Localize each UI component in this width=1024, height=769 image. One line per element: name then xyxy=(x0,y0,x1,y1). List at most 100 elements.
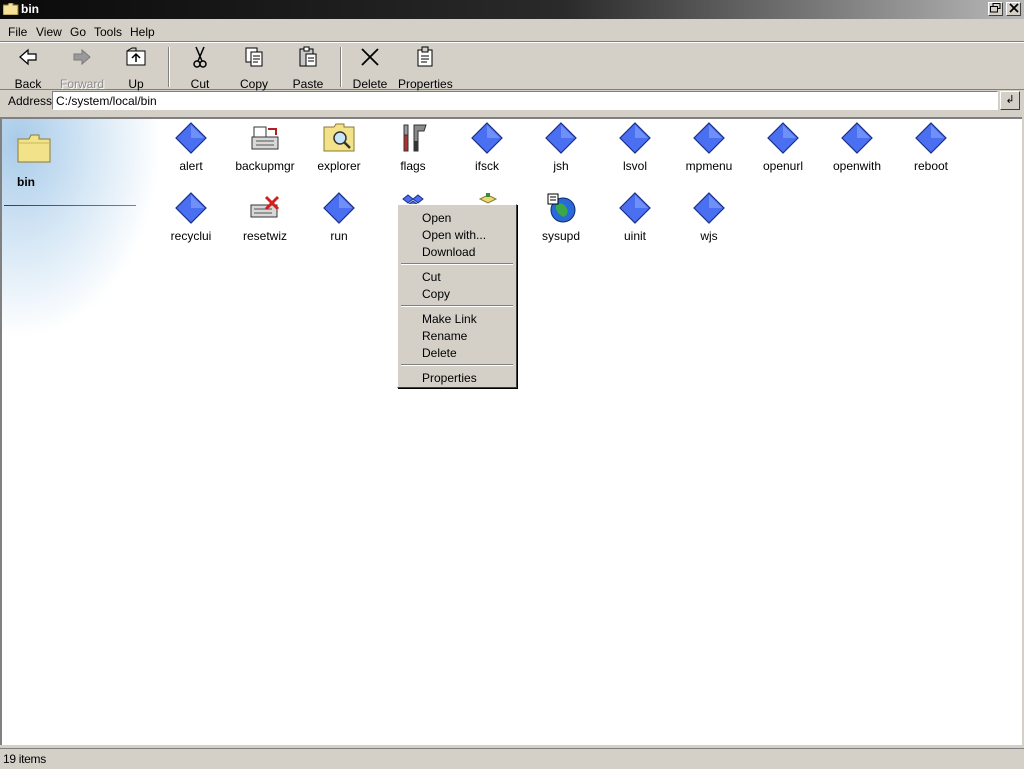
file-name: openwith xyxy=(832,159,882,173)
explorer-icon xyxy=(323,123,355,152)
title-bar: bin xyxy=(0,0,1024,19)
side-panel-title: bin xyxy=(17,175,35,189)
file-item[interactable]: recyclui xyxy=(154,191,228,243)
ctx-open[interactable]: Open xyxy=(422,211,451,225)
window-title: bin xyxy=(21,2,39,16)
file-name: backupmgr xyxy=(235,159,295,173)
scissors-icon xyxy=(193,46,207,68)
ctx-cut[interactable]: Cut xyxy=(422,270,441,284)
diamond-icon xyxy=(545,122,577,154)
copy-button[interactable]: Copy xyxy=(232,45,276,91)
menu-file[interactable]: File xyxy=(8,25,27,39)
address-go-button[interactable]: ↲ xyxy=(1000,91,1020,110)
toolbar-separator xyxy=(340,47,342,87)
restore-button[interactable] xyxy=(988,2,1003,16)
file-name: alert xyxy=(179,159,203,173)
status-bar: 19 items xyxy=(0,748,1024,769)
diamond-icon xyxy=(693,192,725,224)
file-name: reboot xyxy=(913,159,949,173)
diamond-icon xyxy=(915,122,947,154)
delete-x-icon xyxy=(361,48,379,66)
paste-button[interactable]: Paste xyxy=(286,45,330,91)
diamond-icon xyxy=(175,122,207,154)
ctx-open-with[interactable]: Open with... xyxy=(422,228,486,242)
cut-button[interactable]: Cut xyxy=(180,45,220,91)
backup-icon xyxy=(251,126,279,150)
ctx-copy[interactable]: Copy xyxy=(422,287,450,301)
file-item[interactable]: openurl xyxy=(746,121,820,173)
close-icon xyxy=(1008,3,1019,13)
menu-separator xyxy=(401,263,513,265)
file-name: wjs xyxy=(700,229,718,243)
file-item[interactable]: sysupd xyxy=(524,191,598,243)
toolbar: Back Forward Up Cut Copy Paste Delete Pr… xyxy=(0,42,1024,91)
file-name: explorer xyxy=(317,159,361,173)
file-item[interactable]: lsvol xyxy=(598,121,672,173)
menu-tools[interactable]: Tools xyxy=(94,25,122,39)
file-name: mpmenu xyxy=(685,159,733,173)
menu-go[interactable]: Go xyxy=(70,25,86,39)
go-arrow-icon: ↲ xyxy=(1005,94,1015,106)
file-item[interactable]: alert xyxy=(154,121,228,173)
tools-icon xyxy=(403,124,427,152)
restore-icon xyxy=(990,3,1001,13)
file-item[interactable]: mpmenu xyxy=(672,121,746,173)
properties-icon xyxy=(417,46,433,67)
ctx-make-link[interactable]: Make Link xyxy=(422,312,477,326)
close-button[interactable] xyxy=(1006,2,1021,16)
file-item[interactable]: flags xyxy=(376,121,450,173)
ctx-delete[interactable]: Delete xyxy=(422,346,457,360)
diamond-icon xyxy=(619,122,651,154)
file-item[interactable]: openwith xyxy=(820,121,894,173)
up-button[interactable]: Up xyxy=(116,45,156,91)
address-input[interactable] xyxy=(52,91,998,110)
status-item-count: 19 items xyxy=(3,752,46,766)
diamond-icon xyxy=(471,122,503,154)
diamond-icon xyxy=(693,122,725,154)
file-name: flags xyxy=(400,159,426,173)
file-item[interactable]: wjs xyxy=(672,191,746,243)
file-name: lsvol xyxy=(622,159,647,173)
file-item[interactable]: jsh xyxy=(524,121,598,173)
menu-help[interactable]: Help xyxy=(130,25,155,39)
side-panel: bin xyxy=(2,119,162,339)
forward-button[interactable]: Forward xyxy=(58,45,106,91)
file-name: resetwiz xyxy=(242,229,287,243)
file-item[interactable]: backupmgr xyxy=(228,121,302,173)
menu-separator xyxy=(401,364,513,366)
file-item[interactable]: run xyxy=(302,191,376,243)
copy-icon xyxy=(245,47,263,67)
menu-separator xyxy=(401,305,513,307)
file-item[interactable]: resetwiz xyxy=(228,191,302,243)
folder-icon xyxy=(17,134,51,163)
folder-icon xyxy=(3,3,19,15)
side-divider xyxy=(4,205,136,206)
file-item[interactable]: ifsck xyxy=(450,121,524,173)
ctx-download[interactable]: Download xyxy=(422,245,475,259)
address-bar: Address ↲ xyxy=(0,89,1024,113)
paste-icon xyxy=(299,46,317,67)
menu-view[interactable]: View xyxy=(36,25,62,39)
properties-button[interactable]: Properties xyxy=(398,45,453,91)
file-name: ifsck xyxy=(475,159,499,173)
delete-button[interactable]: Delete xyxy=(350,45,390,91)
diamond-icon xyxy=(323,192,355,224)
back-button[interactable]: Back xyxy=(6,45,50,91)
file-name: recyclui xyxy=(170,229,212,243)
ctx-properties[interactable]: Properties xyxy=(422,371,477,385)
file-item[interactable]: explorer xyxy=(302,121,376,173)
reset-icon xyxy=(250,195,280,218)
context-menu: Open Open with... Download Cut Copy Make… xyxy=(397,204,517,388)
file-name: uinit xyxy=(623,229,646,243)
globe-icon xyxy=(547,193,576,223)
diamond-icon xyxy=(767,122,799,154)
file-item[interactable]: uinit xyxy=(598,191,672,243)
diamond-icon xyxy=(841,122,873,154)
file-name: run xyxy=(330,229,348,243)
menu-bar: File View Go Tools Help xyxy=(0,21,1024,42)
file-name: jsh xyxy=(553,159,569,173)
ctx-rename[interactable]: Rename xyxy=(422,329,467,343)
toolbar-separator xyxy=(168,47,170,87)
file-item[interactable]: reboot xyxy=(894,121,968,173)
back-arrow-icon xyxy=(19,48,37,66)
